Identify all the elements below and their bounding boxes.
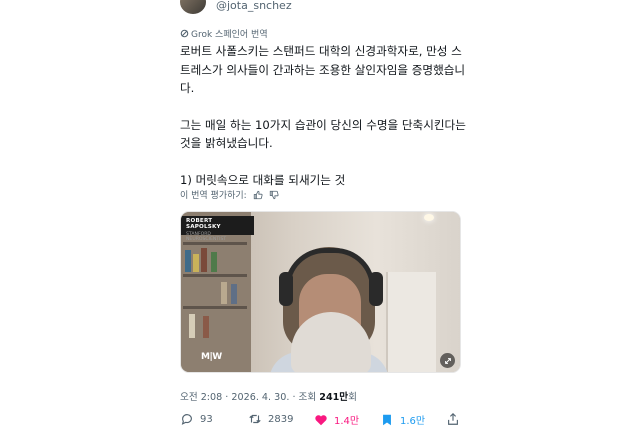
tweet-time[interactable]: 오전 2:08: [180, 392, 222, 403]
avatar[interactable]: [180, 0, 206, 14]
expand-icon: [444, 357, 451, 364]
retweet-icon: [249, 414, 261, 424]
bookmark-button[interactable]: 1.6만: [380, 412, 425, 427]
like-button[interactable]: 1.4만: [314, 412, 359, 427]
bookmark-icon: [383, 414, 391, 425]
rate-translation-label: 이 번역 평가하기:: [180, 191, 247, 201]
tweet-paragraph-2: 그는 매일 하는 10가지 습관이 당신의 수명을 단축시킨다는 것을 밝혀냈습…: [180, 117, 466, 151]
bookmark-count: 1.6만: [400, 416, 426, 427]
author-handle[interactable]: @jota_snchez: [216, 0, 292, 12]
views-suffix: 회: [348, 392, 357, 403]
share-icon: [448, 412, 458, 425]
video-watermark: M|W: [201, 352, 222, 362]
tweet-header: @jota_snchez: [180, 0, 480, 16]
speaker-name-tag: ROBERT SAPOLSKY STANFORD NEUROSCIENTIST: [181, 216, 254, 242]
reply-button[interactable]: 93: [180, 412, 213, 426]
retweet-count: 2839: [268, 413, 294, 425]
views-count: 241만: [319, 392, 349, 403]
headphone-left: [279, 272, 293, 306]
expand-video-button[interactable]: [440, 353, 455, 368]
reply-count: 93: [200, 413, 213, 425]
tweet-paragraph-1: 로버트 사폴스키는 스탠퍼드 대학의 신경과학자로, 만성 스트레스가 의사들이…: [180, 44, 466, 95]
tweet-paragraph-3: 1) 머릿속으로 대화를 되새기는 것: [180, 172, 346, 187]
grok-icon: [180, 29, 189, 38]
heart-icon: [315, 414, 327, 425]
retweet-button[interactable]: 2839: [248, 412, 293, 426]
tweet-meta: 오전 2:08 · 2026. 4. 30. · 조회 241만회: [180, 392, 357, 403]
video-player[interactable]: ROBERT SAPOLSKY STANFORD NEUROSCIENTIST …: [180, 211, 461, 373]
views-label: 조회: [298, 392, 317, 403]
headphone-right: [369, 272, 383, 306]
speaker-title: STANFORD NEUROSCIENTIST: [186, 232, 227, 242]
door: [386, 272, 436, 372]
tweet-date[interactable]: 2026. 4. 30.: [231, 392, 289, 403]
like-count: 1.4만: [334, 416, 360, 427]
share-button[interactable]: [446, 412, 460, 426]
tweet-actions: 93 2839 1.4만 1.6만: [180, 412, 465, 427]
rate-translation: 이 번역 평가하기:: [180, 188, 279, 201]
thumbs-down-icon[interactable]: [269, 190, 279, 200]
speaker-name: ROBERT SAPOLSKY: [186, 218, 221, 230]
ceiling-light: [424, 214, 434, 221]
translation-label-text: Grok 스페인어 번역: [191, 30, 268, 40]
translation-label: Grok 스페인어 번역: [180, 27, 268, 40]
tweet-body: 로버트 사폴스키는 스탠퍼드 대학의 신경과학자로, 만성 스트레스가 의사들이…: [180, 42, 470, 189]
reply-icon: [181, 414, 192, 425]
thumbs-up-icon[interactable]: [253, 190, 263, 200]
